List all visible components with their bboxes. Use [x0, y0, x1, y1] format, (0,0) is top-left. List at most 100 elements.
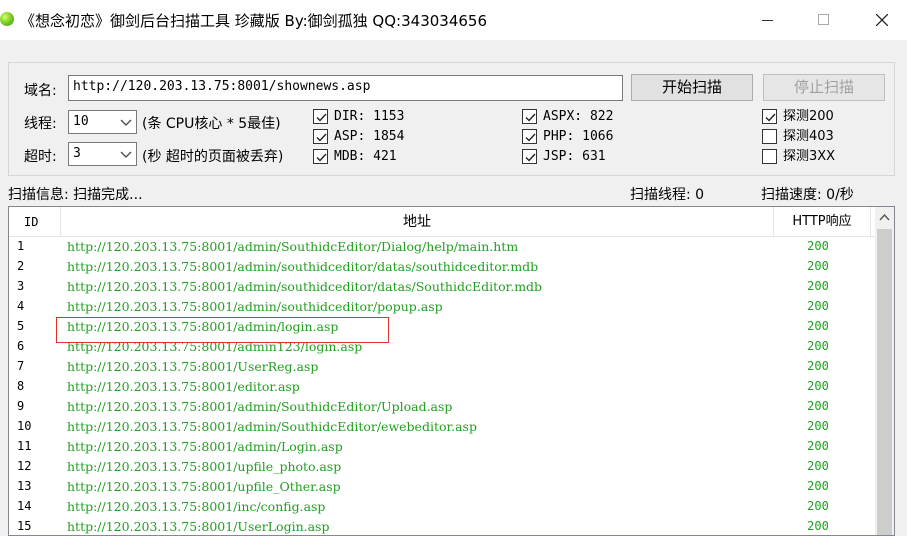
- table-row[interactable]: 2 http://120.203.13.75:8001/admin/southid…: [9, 257, 875, 277]
- column-header-url[interactable]: 地址: [61, 207, 774, 237]
- timeout-select[interactable]: 3: [68, 142, 137, 166]
- check-icon: [525, 153, 536, 162]
- table-row[interactable]: 14 http://120.203.13.75:8001/inc/config.a…: [9, 497, 875, 517]
- row-id: 4: [17, 299, 25, 313]
- row-url: http://120.203.13.75:8001/admin123/login…: [67, 339, 363, 354]
- row-http-code: 200: [807, 379, 829, 393]
- stop-scan-button[interactable]: 停止扫描: [763, 74, 885, 101]
- table-row[interactable]: 8 http://120.203.13.75:8001/editor.asp 200: [9, 377, 875, 397]
- row-url: http://120.203.13.75:8001/inc/config.asp: [67, 499, 326, 514]
- maximize-button[interactable]: [796, 0, 852, 40]
- row-url: http://120.203.13.75:8001/admin/Southidc…: [67, 419, 477, 434]
- table-row[interactable]: 10 http://120.203.13.75:8001/admin/Southi…: [9, 417, 875, 437]
- row-id: 1: [17, 239, 25, 253]
- row-http-code: 200: [807, 319, 829, 333]
- row-url: http://120.203.13.75:8001/admin/login.as…: [67, 319, 339, 334]
- table-body: 1 http://120.203.13.75:8001/admin/Southid…: [9, 237, 875, 535]
- row-id: 13: [17, 479, 32, 493]
- column-header-id[interactable]: ID: [9, 207, 61, 237]
- dict-php-label: PHP: 1066: [543, 129, 614, 144]
- table-row[interactable]: 9 http://120.203.13.75:8001/admin/Southid…: [9, 397, 875, 417]
- table-row[interactable]: 13 http://120.203.13.75:8001/upfile_Other…: [9, 477, 875, 497]
- check-icon: [316, 133, 327, 142]
- row-id: 9: [17, 399, 25, 413]
- dict-mdb-label: MDB: 421: [334, 149, 397, 164]
- table-row[interactable]: 4 http://120.203.13.75:8001/admin/southid…: [9, 297, 875, 317]
- probe-403-label: 探测403: [783, 129, 834, 144]
- checkbox-box: [313, 149, 328, 164]
- row-http-code: 200: [807, 339, 829, 353]
- column-header-http-code[interactable]: HTTP响应: [774, 207, 871, 237]
- scan-speed: 扫描速度: 0/秒: [761, 187, 854, 203]
- row-id: 3: [17, 279, 25, 293]
- title-bar: 《想念初恋》御剑后台扫描工具 珍藏版 By:御剑孤独 QQ:343034656: [0, 0, 907, 40]
- threads-select[interactable]: 10: [68, 110, 137, 134]
- row-id: 10: [17, 419, 32, 433]
- start-scan-button[interactable]: 开始扫描: [631, 74, 753, 101]
- row-id: 14: [17, 499, 32, 513]
- table-row[interactable]: 15 http://120.203.13.75:8001/UserLogin.as…: [9, 517, 875, 535]
- scan-threads: 扫描线程: 0: [630, 187, 705, 203]
- check-icon: [525, 133, 536, 142]
- row-url: http://120.203.13.75:8001/upfile_photo.a…: [67, 459, 342, 474]
- row-url: http://120.203.13.75:8001/editor.asp: [67, 379, 300, 394]
- checkbox-box: [762, 109, 777, 124]
- table-row[interactable]: 7 http://120.203.13.75:8001/UserReg.asp 20…: [9, 357, 875, 377]
- minimize-button[interactable]: [740, 0, 796, 40]
- domain-input[interactable]: http://120.203.13.75:8001/shownews.asp: [68, 75, 623, 101]
- row-id: 12: [17, 459, 32, 473]
- row-url: http://120.203.13.75:8001/admin/southidc…: [67, 279, 543, 294]
- row-url: http://120.203.13.75:8001/admin/Login.as…: [67, 439, 343, 454]
- table-row[interactable]: 11 http://120.203.13.75:8001/admin/Login.…: [9, 437, 875, 457]
- table-row[interactable]: 12 http://120.203.13.75:8001/upfile_photo…: [9, 457, 875, 477]
- close-icon: [876, 14, 888, 26]
- scroll-thumb[interactable]: [877, 229, 892, 535]
- check-icon: [525, 113, 536, 122]
- row-http-code: 200: [807, 419, 829, 433]
- row-id: 15: [17, 519, 32, 533]
- vertical-scrollbar[interactable]: [875, 207, 894, 535]
- row-id: 2: [17, 259, 25, 273]
- row-http-code: 200: [807, 239, 829, 253]
- row-http-code: 200: [807, 499, 829, 513]
- row-url: http://120.203.13.75:8001/admin/southidc…: [67, 299, 443, 314]
- row-id: 7: [17, 359, 25, 373]
- row-id: 8: [17, 379, 25, 393]
- scroll-up-button[interactable]: [875, 207, 894, 227]
- threads-value: 10: [73, 114, 89, 129]
- table-row[interactable]: 3 http://120.203.13.75:8001/admin/southid…: [9, 277, 875, 297]
- chevron-up-icon: [879, 213, 890, 221]
- app-icon: [0, 12, 14, 26]
- table-row[interactable]: 6 http://120.203.13.75:8001/admin123/logi…: [9, 337, 875, 357]
- checkbox-box: [522, 109, 537, 124]
- row-url: http://120.203.13.75:8001/admin/Southidc…: [67, 399, 453, 414]
- checkbox-box: [762, 129, 777, 144]
- row-http-code: 200: [807, 299, 829, 313]
- dict-asp-label: ASP: 1854: [334, 129, 405, 144]
- chevron-down-icon: [120, 151, 132, 158]
- row-url: http://120.203.13.75:8001/admin/Southidc…: [67, 239, 519, 254]
- table-row[interactable]: 5 http://120.203.13.75:8001/admin/login.a…: [9, 317, 875, 337]
- check-icon: [316, 153, 327, 162]
- close-button[interactable]: [852, 0, 907, 40]
- checkbox-box: [313, 129, 328, 144]
- dict-aspx-label: ASPX: 822: [543, 109, 614, 124]
- row-http-code: 200: [807, 479, 829, 493]
- checkbox-box: [313, 109, 328, 124]
- row-http-code: 200: [807, 279, 829, 293]
- results-table[interactable]: ID 地址 HTTP响应 1 http://120.203.13.75:8001/…: [8, 206, 895, 536]
- dict-dir-label: DIR: 1153: [334, 109, 405, 124]
- scan-info: 扫描信息: 扫描完成...: [8, 187, 143, 203]
- timeout-hint: (秒 超时的页面被丢弃): [142, 149, 284, 165]
- minimize-icon: [762, 20, 773, 21]
- row-http-code: 200: [807, 399, 829, 413]
- row-id: 5: [17, 319, 25, 333]
- maximize-icon: [818, 14, 829, 25]
- table-row[interactable]: 1 http://120.203.13.75:8001/admin/Southid…: [9, 237, 875, 257]
- threads-label: 线程:: [24, 116, 57, 132]
- probe-200-label: 探测200: [783, 109, 834, 124]
- probe-3xx-label: 探测3XX: [783, 149, 836, 164]
- row-id: 11: [17, 439, 32, 453]
- row-url: http://120.203.13.75:8001/admin/southidc…: [67, 259, 539, 274]
- row-id: 6: [17, 339, 25, 353]
